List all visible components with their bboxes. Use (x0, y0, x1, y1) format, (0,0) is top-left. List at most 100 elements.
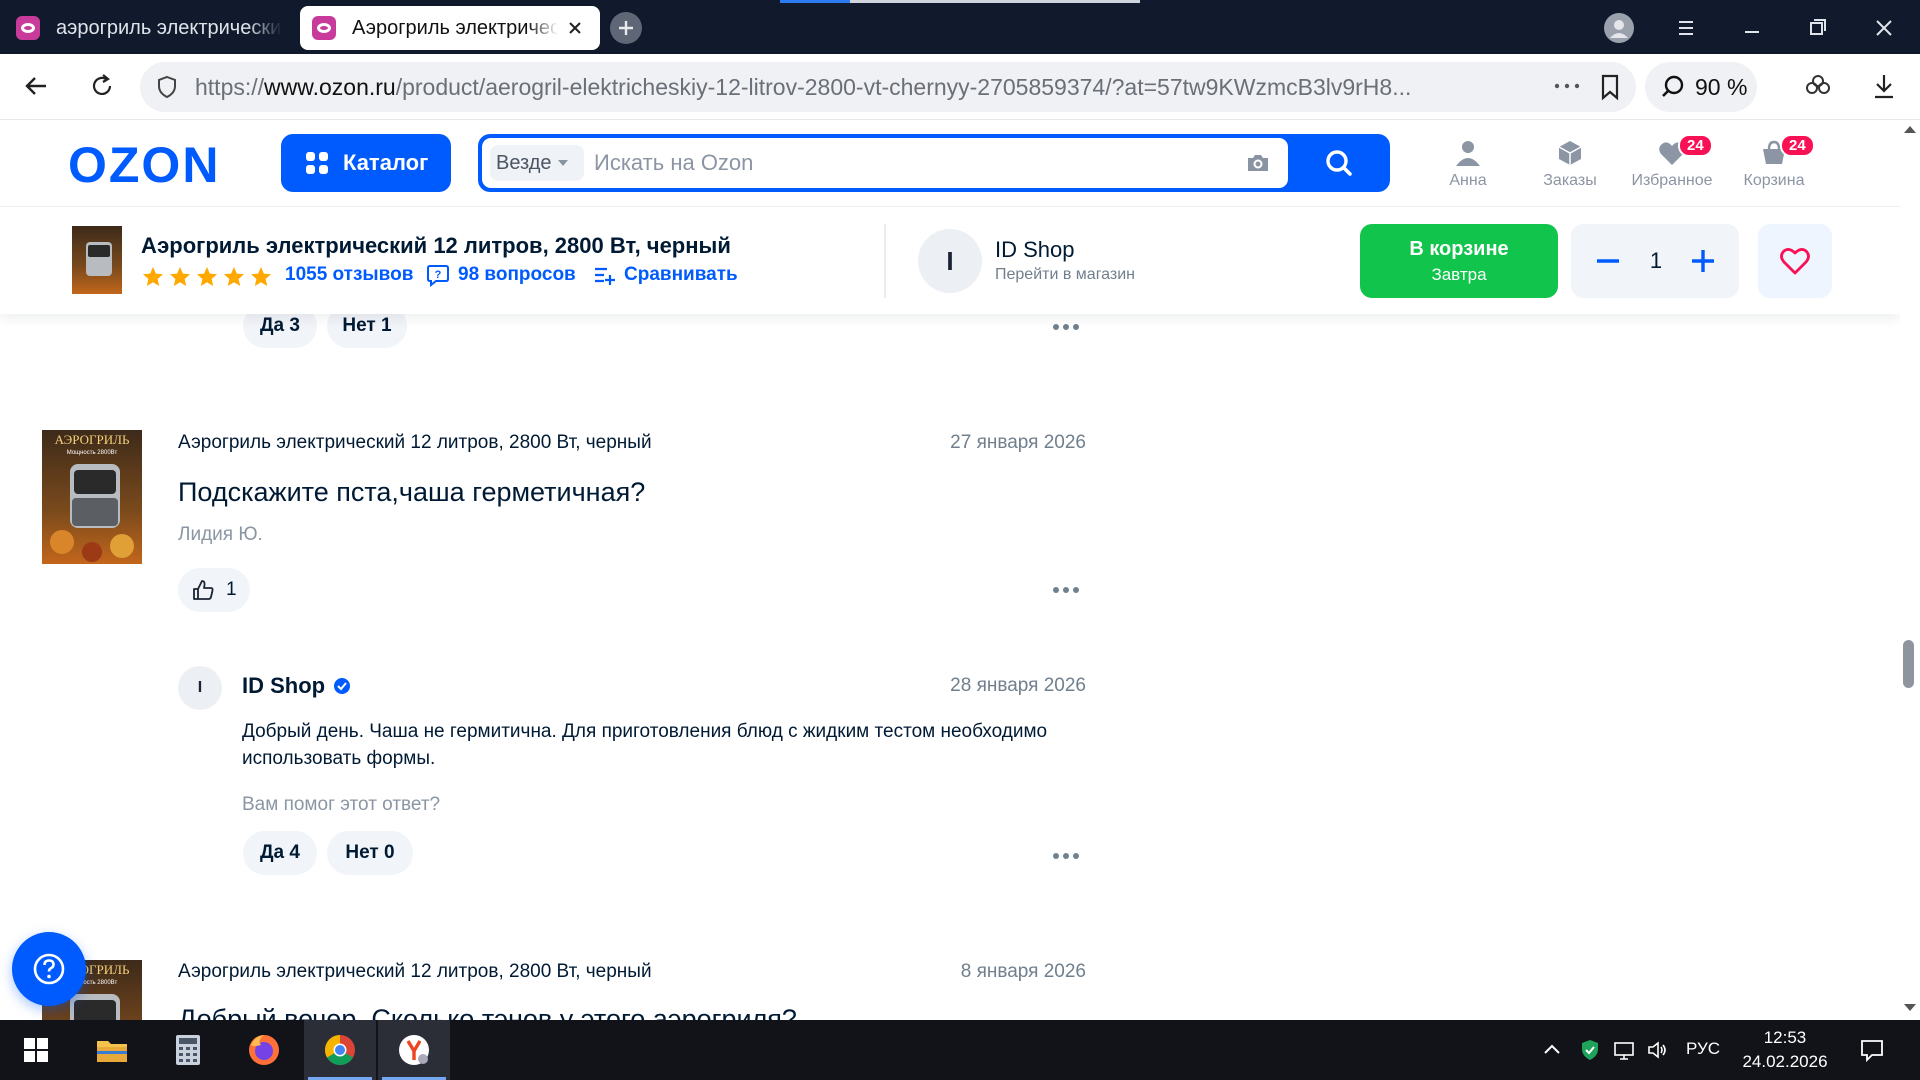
keyboard-language[interactable]: РУС (1686, 1039, 1720, 1059)
header-nav-profile[interactable]: Анна (1420, 138, 1516, 198)
reload-icon[interactable] (84, 68, 120, 104)
zoom-value: 90 % (1695, 73, 1748, 100)
taskbar-yandex-browser[interactable] (378, 1020, 450, 1080)
product-thumbnail[interactable]: АЭРОГРИЛЬ Мощность 2800Вт (42, 430, 142, 564)
catalog-label: Каталог (343, 150, 429, 175)
header-nav-favorites[interactable]: 24 Избранное (1624, 134, 1720, 198)
bookmark-icon[interactable] (1596, 72, 1624, 102)
in-cart-button[interactable]: В корзине Завтра (1360, 224, 1558, 298)
zoom-indicator[interactable]: 90 % (1645, 62, 1757, 112)
answer-date: 28 января 2026 (950, 675, 1086, 696)
close-tab-icon[interactable] (562, 15, 588, 41)
svg-text:Мощность 2800Вт: Мощность 2800Вт (67, 450, 118, 456)
chrome-icon (324, 1035, 355, 1066)
compare-link[interactable]: Сравнивать (592, 263, 738, 287)
helpful-question: Вам помог этот ответ? (242, 794, 441, 815)
shop-avatar[interactable]: I (918, 229, 982, 293)
camera-icon[interactable] (1244, 149, 1272, 177)
browser-tab-2-active[interactable]: Аэрогриль электрический 12 литров (300, 6, 600, 50)
start-button[interactable] (0, 1020, 72, 1080)
taskbar-file-explorer[interactable] (76, 1020, 148, 1080)
taskbar-calculator[interactable] (152, 1020, 224, 1080)
yes-vote-button[interactable]: Да 4 (243, 831, 317, 875)
browser-menu-icon[interactable] (1668, 10, 1704, 46)
answer-shop-name[interactable]: ID Shop (242, 673, 351, 699)
add-to-favorites-button[interactable] (1758, 224, 1832, 298)
download-icon[interactable] (1866, 68, 1902, 104)
question-product-name[interactable]: Аэрогриль электрический 12 литров, 2800 … (178, 961, 652, 983)
restore-icon[interactable] (1800, 10, 1836, 46)
star-icon (170, 267, 190, 286)
ozon-favicon-icon (312, 16, 336, 40)
star-icon (251, 267, 271, 286)
star-icon (143, 267, 163, 286)
ozon-logo[interactable]: OZON (68, 140, 248, 190)
like-button[interactable]: 1 (178, 568, 250, 612)
header-nav-cart[interactable]: 24 Корзина (1726, 134, 1822, 198)
plus-icon (1692, 250, 1714, 272)
search-scope-dropdown[interactable]: Везде (490, 145, 584, 181)
url-text[interactable]: https://www.ozon.ru/product/aerogril-ele… (195, 74, 1425, 101)
tab-title: аэрогриль электрический 12 литров (56, 16, 282, 39)
user-icon (1456, 141, 1480, 166)
reviews-link[interactable]: 1055 отзывов (285, 264, 413, 286)
volume-icon[interactable] (1646, 1038, 1670, 1062)
more-options-icon[interactable] (1052, 323, 1080, 331)
go-to-shop-link[interactable]: Перейти в магазин (995, 266, 1135, 284)
windows-icon (24, 1038, 48, 1062)
svg-text:АЭРОГРИЛЬ: АЭРОГРИЛЬ (55, 432, 130, 447)
notifications-icon[interactable] (1858, 1036, 1886, 1064)
close-window-icon[interactable] (1866, 10, 1902, 46)
header-nav-orders[interactable]: Заказы (1522, 138, 1618, 198)
catalog-button[interactable]: Каталог (281, 134, 451, 192)
star-icon (197, 267, 217, 286)
more-dots-icon[interactable] (1552, 76, 1582, 96)
increase-quantity-button[interactable] (1688, 246, 1718, 276)
scrollbar[interactable] (1900, 120, 1920, 1020)
question-date: 8 января 2026 (960, 961, 1086, 982)
taskbar-firefox[interactable] (228, 1020, 300, 1080)
shield-icon[interactable] (154, 74, 180, 100)
new-tab-button[interactable] (610, 12, 642, 44)
question-date: 27 января 2026 (950, 432, 1086, 453)
cart-badge: 24 (1780, 134, 1815, 157)
more-options-icon[interactable] (1052, 852, 1080, 860)
shop-name[interactable]: ID Shop (995, 237, 1075, 263)
tab-title: Аэрогриль электрический 12 литров (352, 16, 558, 39)
answer-text: Добрый день. Чаша не гермитична. Для при… (242, 721, 1048, 769)
scroll-up-arrow-icon[interactable] (1904, 126, 1916, 133)
no-vote-button[interactable]: Нет 0 (327, 831, 413, 875)
tray-expand-icon[interactable] (1540, 1038, 1564, 1062)
thumbs-up-icon (193, 580, 214, 600)
box-icon (1558, 141, 1582, 165)
back-icon[interactable] (18, 68, 54, 104)
more-options-icon[interactable] (1052, 586, 1080, 594)
zoom-icon (1662, 75, 1684, 97)
like-count: 1 (226, 579, 237, 600)
browser-tab-1[interactable]: аэрогриль электрический 12 литров (4, 6, 294, 50)
questions-link[interactable]: ? 98 вопросов (426, 263, 576, 287)
search-button[interactable] (1300, 142, 1378, 184)
help-button[interactable] (12, 932, 86, 1006)
star-icon (224, 267, 244, 286)
scrollbar-thumb[interactable] (1903, 640, 1914, 688)
minimize-icon[interactable] (1734, 10, 1770, 46)
yandex-browser-icon (399, 1035, 429, 1065)
search-input[interactable] (594, 148, 1194, 178)
compare-icon (595, 267, 615, 285)
question-product-name[interactable]: Аэрогриль электрический 12 литров, 2800 … (178, 432, 652, 454)
clock[interactable]: 12:53 24.02.2026 (1740, 1026, 1830, 1074)
browser-profile-icon[interactable] (1604, 13, 1634, 43)
svg-text:OZON: OZON (68, 140, 220, 190)
minus-icon (1597, 259, 1619, 263)
svg-text:?: ? (435, 269, 442, 281)
scroll-down-arrow-icon[interactable] (1904, 1004, 1916, 1011)
decrease-quantity-button[interactable] (1593, 246, 1623, 276)
security-shield-icon[interactable] (1578, 1038, 1602, 1062)
question-bubble-icon: ? (427, 265, 449, 287)
taskbar-chrome[interactable] (304, 1020, 376, 1080)
grid-icon (306, 152, 328, 174)
extensions-icon[interactable] (1800, 68, 1836, 104)
avatar: I (178, 666, 222, 710)
network-icon[interactable] (1612, 1038, 1636, 1062)
